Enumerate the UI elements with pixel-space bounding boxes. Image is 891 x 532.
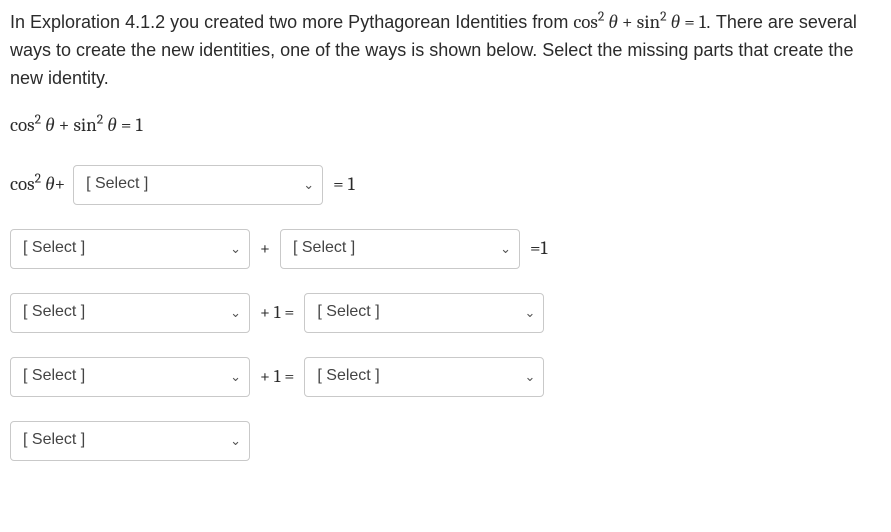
row1-select[interactable]: [ Select ] ⌄ [73,165,323,205]
chevron-down-icon: ⌄ [524,303,535,323]
row3-select-b[interactable]: [ Select ] ⌄ [304,293,544,333]
step-row-3: [ Select ] ⌄ + 1 = [ Select ] ⌄ [10,293,881,333]
row3-select-a[interactable]: [ Select ] ⌄ [10,293,250,333]
row4-select-a[interactable]: [ Select ] ⌄ [10,357,250,397]
step-row-1: cos2 θ+ [ Select ] ⌄ = 1 [10,165,881,205]
row3-mid: + 1 = [256,299,298,327]
step-row-5: [ Select ] ⌄ [10,421,881,461]
intro-text-1: In Exploration 4.1.2 you created two mor… [10,12,573,32]
chevron-down-icon: ⌄ [230,431,241,451]
row2-select-b[interactable]: [ Select ] ⌄ [280,229,520,269]
row2-mid: + [256,235,274,263]
chevron-down-icon: ⌄ [230,303,241,323]
intro-paragraph: In Exploration 4.1.2 you created two mor… [10,8,881,93]
row1-after: = 1 [333,170,355,199]
chevron-down-icon: ⌄ [303,175,314,195]
row1-lead-math: cos2 θ+ [10,170,65,199]
select-placeholder: [ Select ] [86,172,148,197]
chevron-down-icon: ⌄ [500,239,511,259]
select-placeholder: [ Select ] [23,300,85,325]
row2-after: =1 [530,234,547,263]
row2-select-a[interactable]: [ Select ] ⌄ [10,229,250,269]
base-identity: cos2 θ + sin2 θ = 1 [10,111,881,140]
step-row-4: [ Select ] ⌄ + 1 = [ Select ] ⌄ [10,357,881,397]
chevron-down-icon: ⌄ [230,239,241,259]
select-placeholder: [ Select ] [23,364,85,389]
row5-select-a[interactable]: [ Select ] ⌄ [10,421,250,461]
step-row-2: [ Select ] ⌄ + [ Select ] ⌄ =1 [10,229,881,269]
intro-identity-math: cos2 θ + sin2 θ = 1 [573,11,706,33]
chevron-down-icon: ⌄ [230,367,241,387]
select-placeholder: [ Select ] [317,364,379,389]
row4-select-b[interactable]: [ Select ] ⌄ [304,357,544,397]
select-placeholder: [ Select ] [23,236,85,261]
row4-mid: + 1 = [256,363,298,391]
chevron-down-icon: ⌄ [524,367,535,387]
select-placeholder: [ Select ] [23,428,85,453]
select-placeholder: [ Select ] [317,300,379,325]
select-placeholder: [ Select ] [293,236,355,261]
